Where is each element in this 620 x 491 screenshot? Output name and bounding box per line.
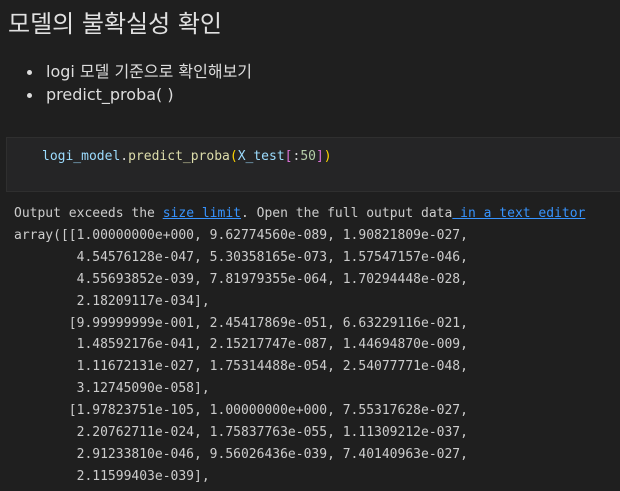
code-token-close-paren: ): [323, 149, 332, 164]
size-limit-link[interactable]: size limit: [163, 206, 241, 221]
output-line: array([[1.00000000e+000, 9.62774560e-089…: [14, 227, 468, 243]
notice-prefix: Output exceeds the: [14, 206, 163, 221]
code-cell[interactable]: logi_model.predict_proba(X_test[:50]): [6, 137, 620, 192]
output-line: 1.48592176e-041, 2.15217747e-087, 1.4469…: [14, 337, 468, 353]
notice-middle: . Open the full output data: [241, 206, 453, 221]
code-line[interactable]: logi_model.predict_proba(X_test[:50]): [42, 149, 332, 164]
code-token-dot: .: [120, 149, 129, 164]
markdown-bullet-list: logi 모델 기준으로 확인해보기 predict_proba( ): [27, 60, 252, 106]
output-text: array([[1.00000000e+000, 9.62774560e-089…: [14, 225, 585, 488]
code-token-method: predict_proba: [128, 149, 230, 164]
output-line: 2.91233810e-046, 9.56026436e-039, 7.4014…: [14, 446, 468, 462]
output-line: 3.12745090e-058],: [14, 381, 210, 397]
output-line: 2.11599403e-039],: [14, 468, 210, 484]
output-line: 2.18209117e-034],: [14, 293, 210, 309]
output-line: 4.55693852e-039, 7.81979355e-064, 1.7029…: [14, 271, 468, 287]
code-token-open-paren: (: [229, 149, 238, 164]
output-line: [1.97823751e-105, 1.00000000e+000, 7.553…: [14, 403, 468, 419]
output-line: 4.54576128e-047, 5.30358165e-073, 1.5754…: [14, 249, 468, 265]
output-truncation-notice: Output exceeds the size limit. Open the …: [14, 203, 585, 225]
bullet-item: logi 모델 기준으로 확인해보기: [27, 60, 252, 83]
cell-output: Output exceeds the size limit. Open the …: [14, 203, 585, 488]
markdown-heading: 모델의 불확실성 확인: [8, 10, 222, 38]
output-line: [9.99999999e-001, 2.45417869e-051, 6.632…: [14, 315, 468, 331]
open-in-text-editor-link[interactable]: in a text editor: [452, 206, 585, 221]
bullet-item: predict_proba( ): [27, 83, 252, 106]
code-token-number: 50: [300, 149, 316, 164]
output-line: 1.11672131e-027, 1.75314488e-054, 2.5407…: [14, 359, 468, 375]
output-line: 2.20762711e-024, 1.75837763e-055, 1.1130…: [14, 425, 468, 441]
code-token-close-bracket: ]: [315, 149, 324, 164]
code-token-object: logi_model: [42, 149, 121, 164]
code-token-argument: X_test: [237, 149, 285, 164]
